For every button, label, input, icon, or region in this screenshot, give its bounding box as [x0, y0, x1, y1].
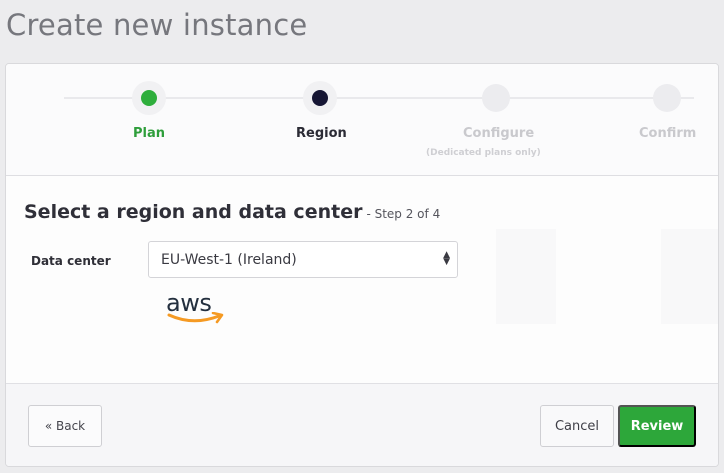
step-confirm-label: Confirm: [639, 126, 697, 141]
wizard-stepper: Plan Region Configure (Dedicated plans o…: [6, 64, 718, 176]
section-heading: Select a region and data center - Step 2 …: [24, 201, 440, 223]
page-title: Create new instance: [6, 8, 308, 42]
step-region-dot: [312, 90, 328, 106]
step-region-label: Region: [296, 126, 347, 141]
step-counter: - Step 2 of 4: [366, 207, 441, 221]
select-arrows-icon: ▲ ▼: [443, 250, 450, 267]
aws-logo: aws: [166, 290, 228, 332]
section-title: Select a region and data center: [24, 201, 363, 223]
step-configure-dot: [482, 84, 510, 112]
data-center-label: Data center: [31, 254, 111, 268]
step-plan-label[interactable]: Plan: [133, 126, 165, 141]
wizard-footer: « Back Cancel Review: [6, 383, 718, 466]
step-configure-label: Configure: [463, 126, 535, 141]
step-plan-dot[interactable]: [141, 90, 157, 106]
review-button[interactable]: Review: [618, 405, 696, 447]
placeholder-region-card: [661, 229, 718, 324]
create-instance-page: Create new instance Plan Region Configur…: [0, 0, 724, 473]
step-confirm-dot: [653, 84, 681, 112]
cancel-button[interactable]: Cancel: [540, 405, 614, 447]
step-configure-sublabel: (Dedicated plans only): [426, 148, 541, 158]
aws-smile-icon: [167, 312, 224, 324]
wizard-panel: Plan Region Configure (Dedicated plans o…: [5, 63, 719, 467]
placeholder-region-card: [496, 229, 556, 324]
data-center-selected-value: EU-West-1 (Ireland): [161, 251, 297, 268]
back-button[interactable]: « Back: [28, 405, 102, 447]
data-center-select[interactable]: EU-West-1 (Ireland) ▲ ▼: [148, 241, 458, 278]
